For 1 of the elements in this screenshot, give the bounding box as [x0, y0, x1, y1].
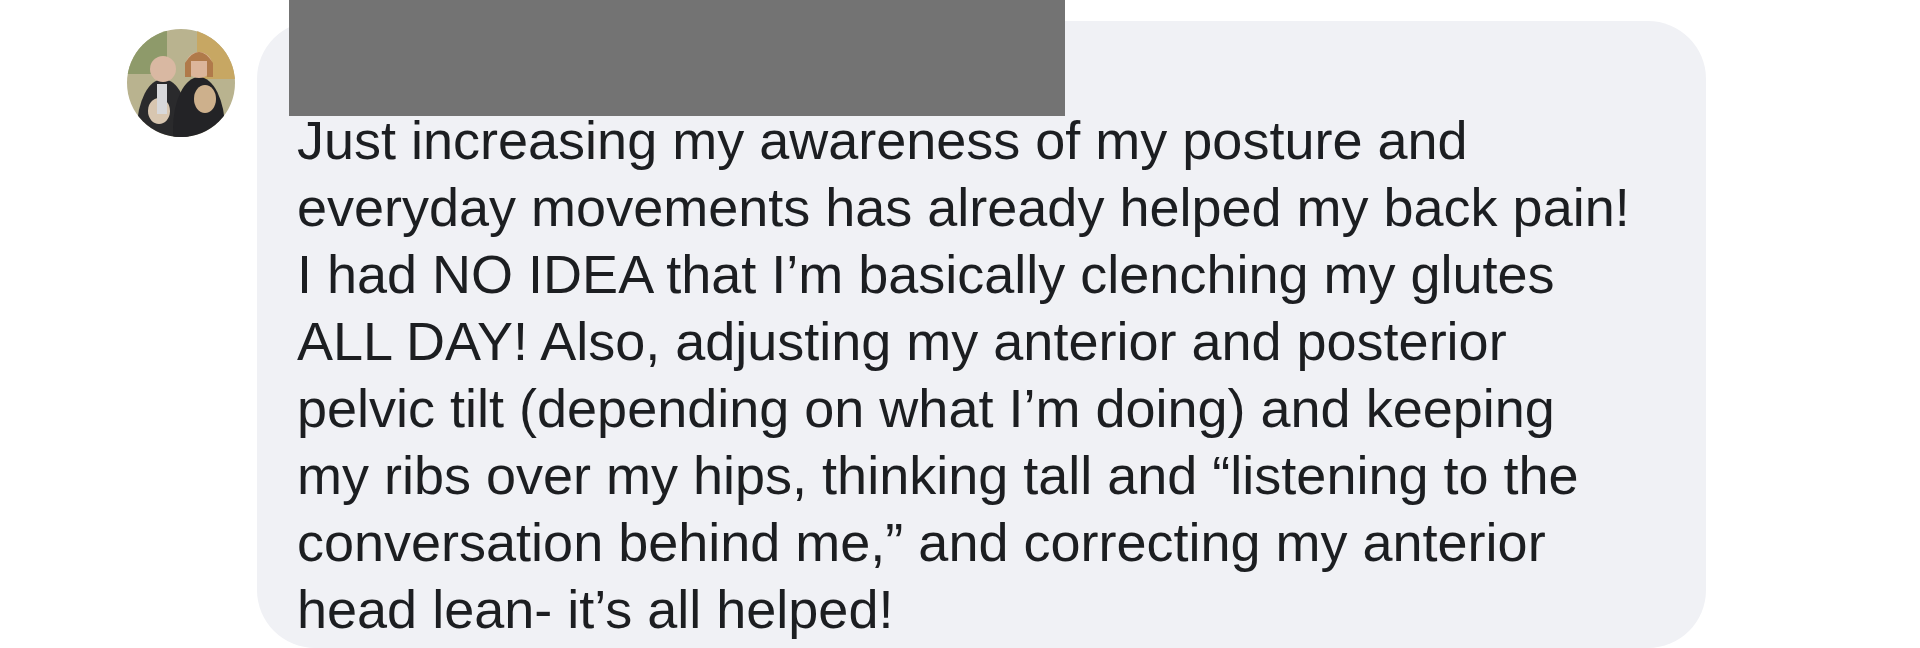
comment-text: Just increasing my awareness of my posture and everyday movements has already helped my back pain! I had NO IDEA that I’m basically clenching my glutes ALL DAY! Also, adjusting my anterior and posterior pelvic tilt (depending on what I’m doing) and keeping my ribs over my hips, thinking tall and “listening to the conversation behind me,” and correcting my anterior head lean- it’s all helped!	[297, 109, 1631, 641]
